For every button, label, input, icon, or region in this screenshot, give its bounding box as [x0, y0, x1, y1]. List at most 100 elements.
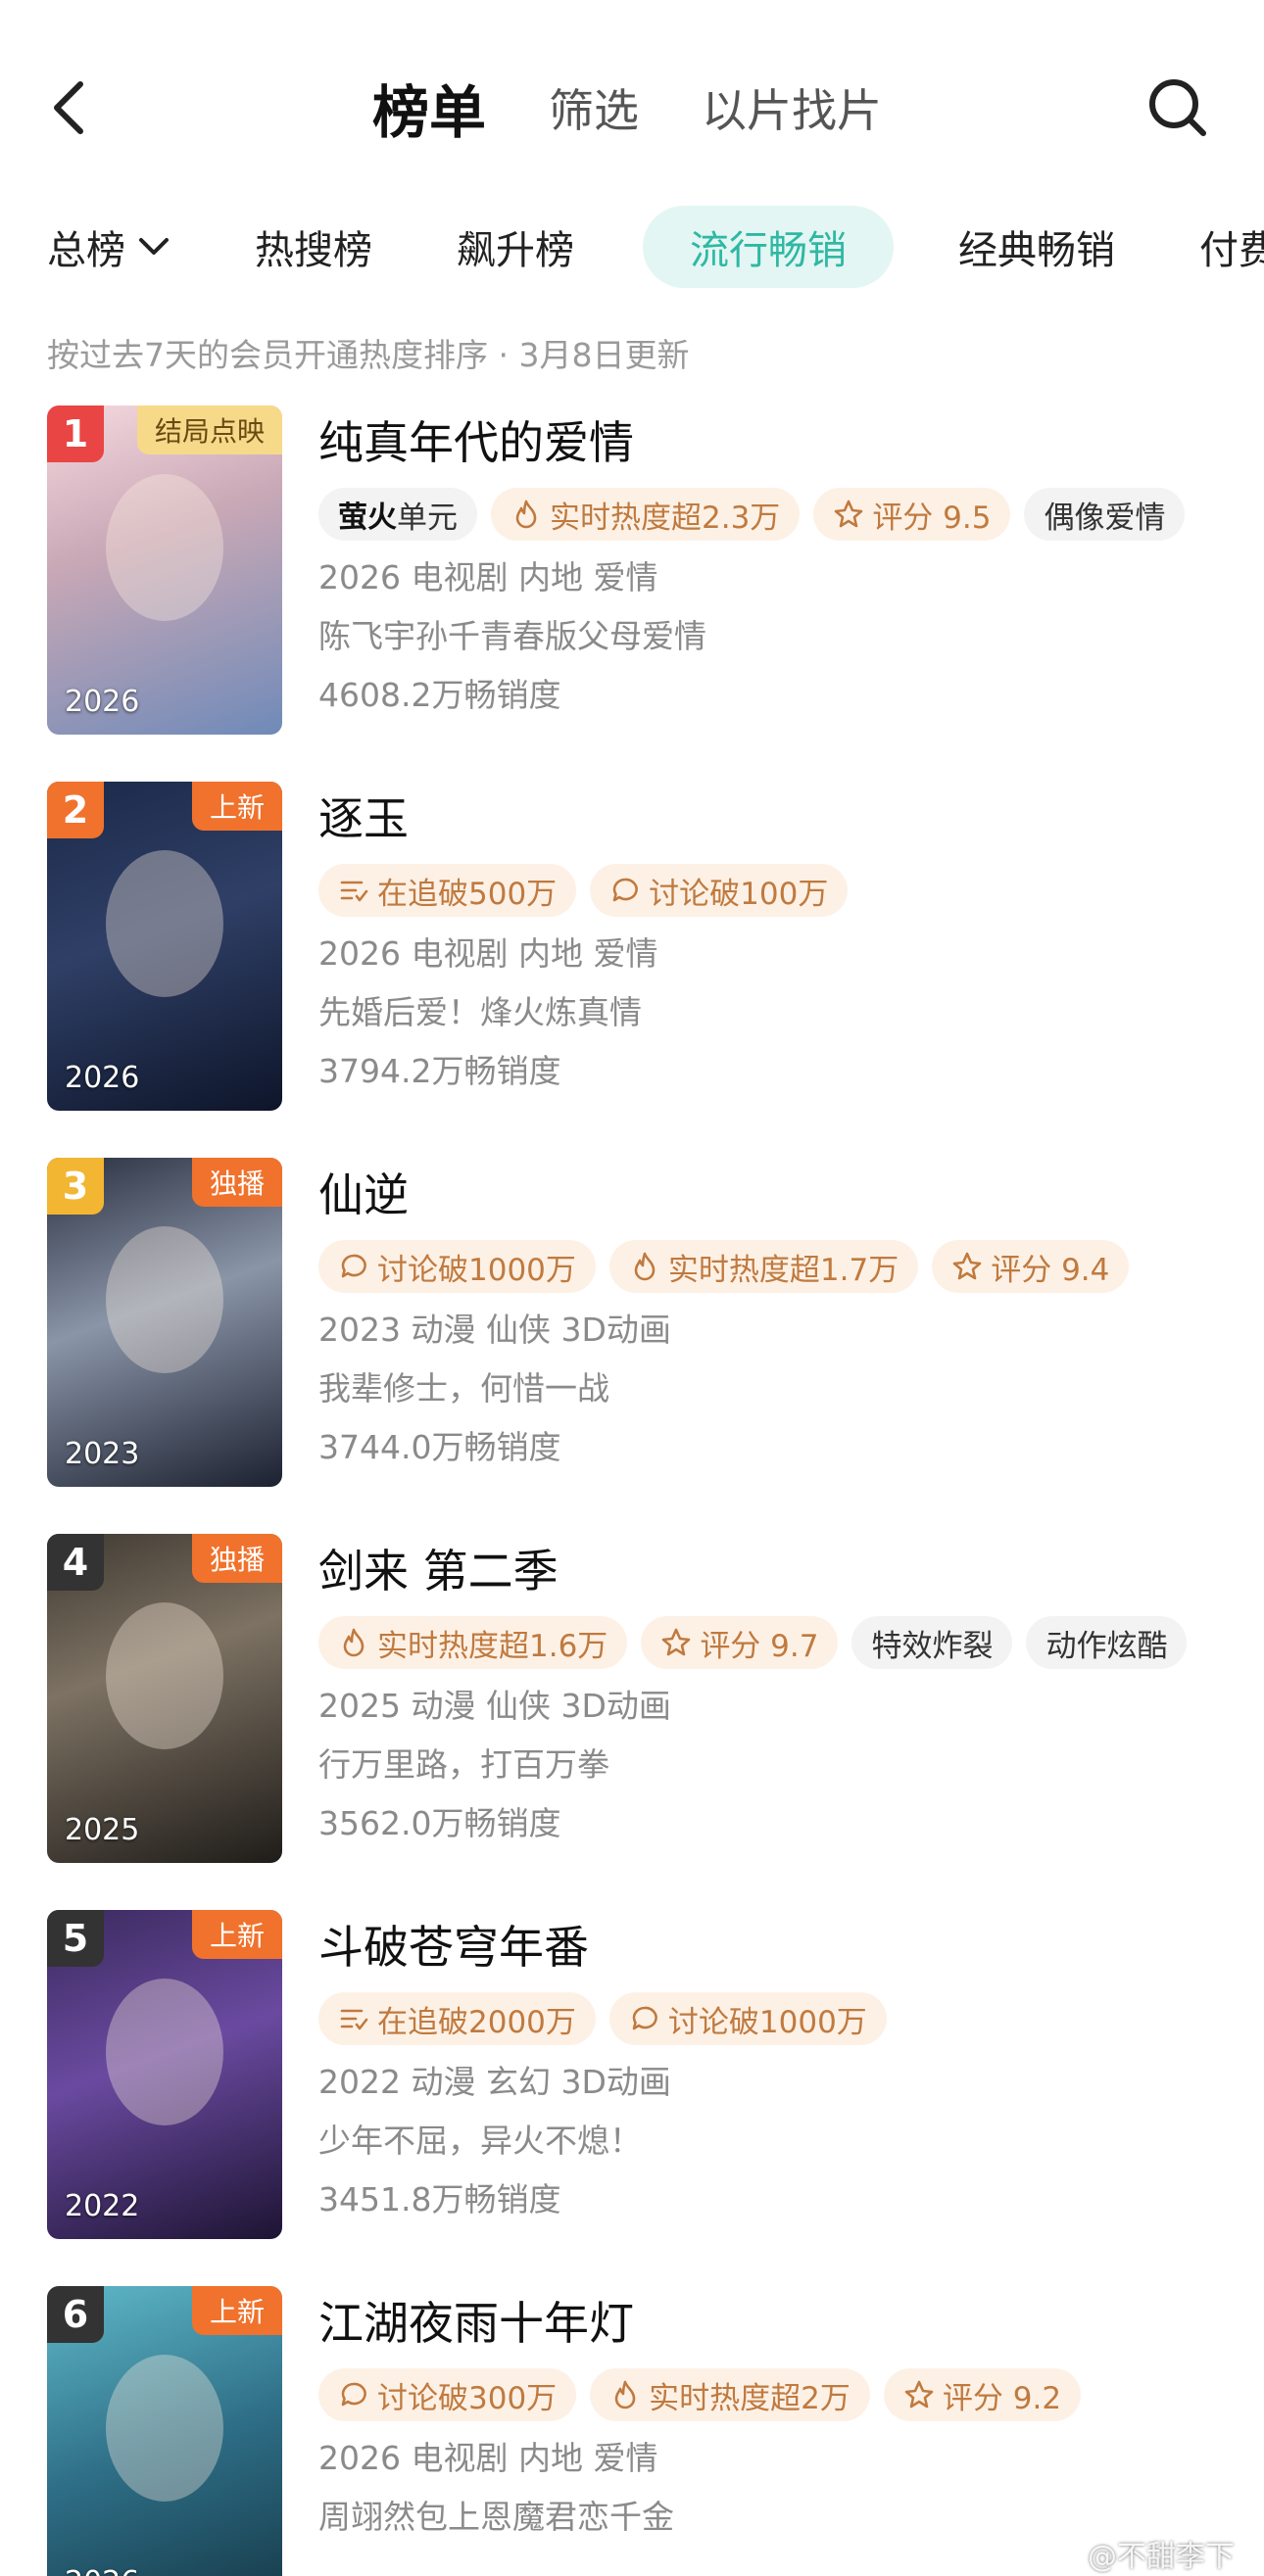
item-info: 逐玉 在追破500万 讨论破100万 2026 电视剧 内地 爱情 先婚后爱！烽火炼真情… [318, 782, 1240, 1101]
top-bar: 榜单 筛选 以片找片 [0, 0, 1264, 215]
tag-label: 讨论破300万 [377, 2380, 558, 2416]
chevron-down-icon [139, 238, 169, 255]
tab-ranking[interactable]: 榜单 [372, 67, 486, 149]
item-description: 我辈修士，何惜一战 [318, 1369, 609, 1407]
tag[interactable]: 特效炸裂 [851, 1616, 1013, 1669]
poster-year: 2022 [65, 2189, 140, 2223]
poster[interactable]: 6 上新 2026 [47, 2286, 282, 2576]
flame-icon [609, 2379, 649, 2410]
top-tabs: 榜单 筛选 以片找片 [372, 69, 945, 147]
poster[interactable]: 1 结局点映 2026 [47, 405, 282, 735]
rank-badge: 4 [47, 1534, 104, 1591]
tag[interactable]: 讨论破1000万 [608, 1992, 887, 2045]
rank-badge: 5 [47, 1910, 104, 1967]
item-title[interactable]: 逐玉 [318, 787, 1240, 850]
item-meta: 2023 动漫 仙侠 3D动画 [318, 1311, 671, 1349]
category-tab-popular-bestseller[interactable]: 流行畅销 [643, 206, 894, 288]
tag-label: 单元 [397, 500, 458, 536]
star-icon [833, 499, 872, 530]
category-tab-paid[interactable]: 付费 [1184, 206, 1264, 288]
item-sales: 3744.0万畅销度 [318, 1428, 561, 1466]
tag[interactable]: 萤火 单元 [318, 488, 477, 541]
item-sales: 3451.8万畅销度 [318, 2180, 561, 2218]
tag[interactable]: 评分 9.2 [883, 2368, 1082, 2421]
tag-label: 评分 9.5 [872, 500, 992, 536]
tag[interactable]: 评分 9.4 [932, 1240, 1130, 1293]
poster[interactable]: 2 上新 2026 [47, 782, 282, 1111]
item-info: 斗破苍穹年番 在追破2000万 讨论破1000万 2022 动漫 玄幻 3D动画 少年不… [318, 1910, 1240, 2229]
tag-label: 评分 9.2 [942, 2380, 1062, 2416]
poster-year: 2025 [65, 1813, 140, 1847]
ranking-list: 1 结局点映 2026 纯真年代的爱情萤火 单元 实时热度超2.3万 评分 9.5 偶像爱情 2… [0, 405, 1264, 2576]
tag[interactable]: 讨论破1000万 [318, 1240, 596, 1293]
tag-row: 讨论破1000万 实时热度超1.7万 评分 9.4 [318, 1240, 1240, 1293]
tag[interactable]: 动作炫酷 [1026, 1616, 1188, 1669]
tag[interactable]: 偶像爱情 [1024, 488, 1186, 541]
poster[interactable]: 3 独播 2023 [47, 1158, 282, 1487]
search-icon[interactable] [1146, 76, 1209, 139]
item-title[interactable]: 剑来 第二季 [318, 1540, 1240, 1602]
poster-year: 2023 [65, 1437, 140, 1471]
list-icon [338, 2003, 377, 2034]
back-button[interactable] [39, 69, 98, 147]
poster[interactable]: 5 上新 2022 [47, 1910, 282, 2239]
status-badge: 独播 [191, 1534, 282, 1583]
tag-row: 实时热度超1.6万 评分 9.7 特效炸裂 动作炫酷 [318, 1616, 1240, 1669]
tag-label: 讨论破100万 [649, 876, 829, 912]
item-info: 剑来 第二季 实时热度超1.6万 评分 9.7 特效炸裂 动作炫酷 2025 动漫 仙侠 … [318, 1534, 1240, 1853]
tag[interactable]: 评分 9.5 [813, 488, 1011, 541]
tag-row: 讨论破300万 实时热度超2万 评分 9.2 [318, 2368, 1240, 2421]
category-tab-hot-search[interactable]: 热搜榜 [239, 206, 388, 288]
tag[interactable]: 评分 9.7 [641, 1616, 839, 1669]
tag[interactable]: 在追破500万 [318, 864, 577, 917]
poster-figure [106, 850, 223, 997]
category-tab-rising[interactable]: 飙升榜 [441, 206, 590, 288]
rank-badge: 2 [47, 782, 104, 838]
item-meta: 2026 电视剧 内地 爱情 [318, 558, 658, 596]
tag-label: 偶像爱情 [1044, 500, 1166, 536]
category-dropdown[interactable]: 总榜 [47, 206, 170, 288]
item-title[interactable]: 江湖夜雨十年灯 [318, 2292, 1240, 2355]
tag-row: 在追破500万 讨论破100万 [318, 864, 1240, 917]
flame-icon [338, 1627, 377, 1658]
poster-figure [106, 2355, 223, 2502]
tag-label: 实时热度超1.7万 [667, 1252, 899, 1288]
ranking-item[interactable]: 2 上新 2026 逐玉 在追破500万 讨论破100万 2026 电视剧 内地 爱情 先婚后… [0, 782, 1264, 1158]
tab-filter[interactable]: 筛选 [549, 75, 639, 140]
item-sales: 3562.0万畅销度 [318, 1804, 561, 1842]
item-description: 先婚后爱！烽火炼真情 [318, 993, 642, 1031]
tag[interactable]: 讨论破300万 [318, 2368, 577, 2421]
tag-row: 萤火 单元 实时热度超2.3万 评分 9.5 偶像爱情 [318, 488, 1240, 541]
ranking-item[interactable]: 1 结局点映 2026 纯真年代的爱情萤火 单元 实时热度超2.3万 评分 9.5 偶像爱情 2… [0, 405, 1264, 782]
tag[interactable]: 实时热度超2万 [590, 2368, 870, 2421]
tag[interactable]: 在追破2000万 [318, 1992, 596, 2045]
tag-row: 在追破2000万 讨论破1000万 [318, 1992, 1240, 2045]
status-badge: 独播 [191, 1158, 282, 1207]
category-tab-classic-bestseller[interactable]: 经典畅销 [943, 206, 1131, 288]
item-info: 纯真年代的爱情萤火 单元 实时热度超2.3万 评分 9.5 偶像爱情 2026 电视剧 内… [318, 405, 1240, 725]
item-info: 仙逆讨论破1000万 实时热度超1.7万 评分 9.4 2023 动漫 仙侠 3D动画… [318, 1158, 1240, 1477]
poster[interactable]: 4 独播 2025 [47, 1534, 282, 1863]
ranking-item[interactable]: 3 独播 2023 仙逆 讨论破1000万 实时热度超1.7万 评分 9.4 2023 动漫 … [0, 1158, 1264, 1534]
status-badge: 上新 [191, 2286, 282, 2335]
tag[interactable]: 讨论破100万 [590, 864, 849, 917]
star-icon [951, 1251, 991, 1282]
watermark: @不甜李下 [1039, 2532, 1235, 2575]
tag[interactable]: 实时热度超2.3万 [491, 488, 801, 541]
tag-label: 实时热度超2万 [649, 2380, 851, 2416]
tag[interactable]: 实时热度超1.6万 [318, 1616, 628, 1669]
item-title[interactable]: 斗破苍穹年番 [318, 1916, 1240, 1979]
status-badge: 上新 [191, 782, 282, 831]
tab-find-by-film[interactable]: 以片找片 [702, 75, 882, 140]
chat-icon [609, 875, 649, 906]
poster-figure [106, 1226, 223, 1373]
tag[interactable]: 实时热度超1.7万 [608, 1240, 919, 1293]
tag-label: 评分 9.4 [991, 1252, 1110, 1288]
ranking-item[interactable]: 5 上新 2022 斗破苍穹年番 在追破2000万 讨论破1000万 2022 动漫 玄幻 … [0, 1910, 1264, 2286]
item-title[interactable]: 仙逆 [318, 1164, 1240, 1226]
poster-year: 2026 [65, 2565, 139, 2576]
ranking-item[interactable]: 4 独播 2025 剑来 第二季实时热度超1.6万 评分 9.7 特效炸裂 动作炫酷 2025… [0, 1534, 1264, 1910]
status-badge: 上新 [191, 1910, 282, 1959]
tag-label: 动作炫酷 [1045, 1628, 1168, 1664]
item-title[interactable]: 纯真年代的爱情 [318, 411, 1240, 474]
